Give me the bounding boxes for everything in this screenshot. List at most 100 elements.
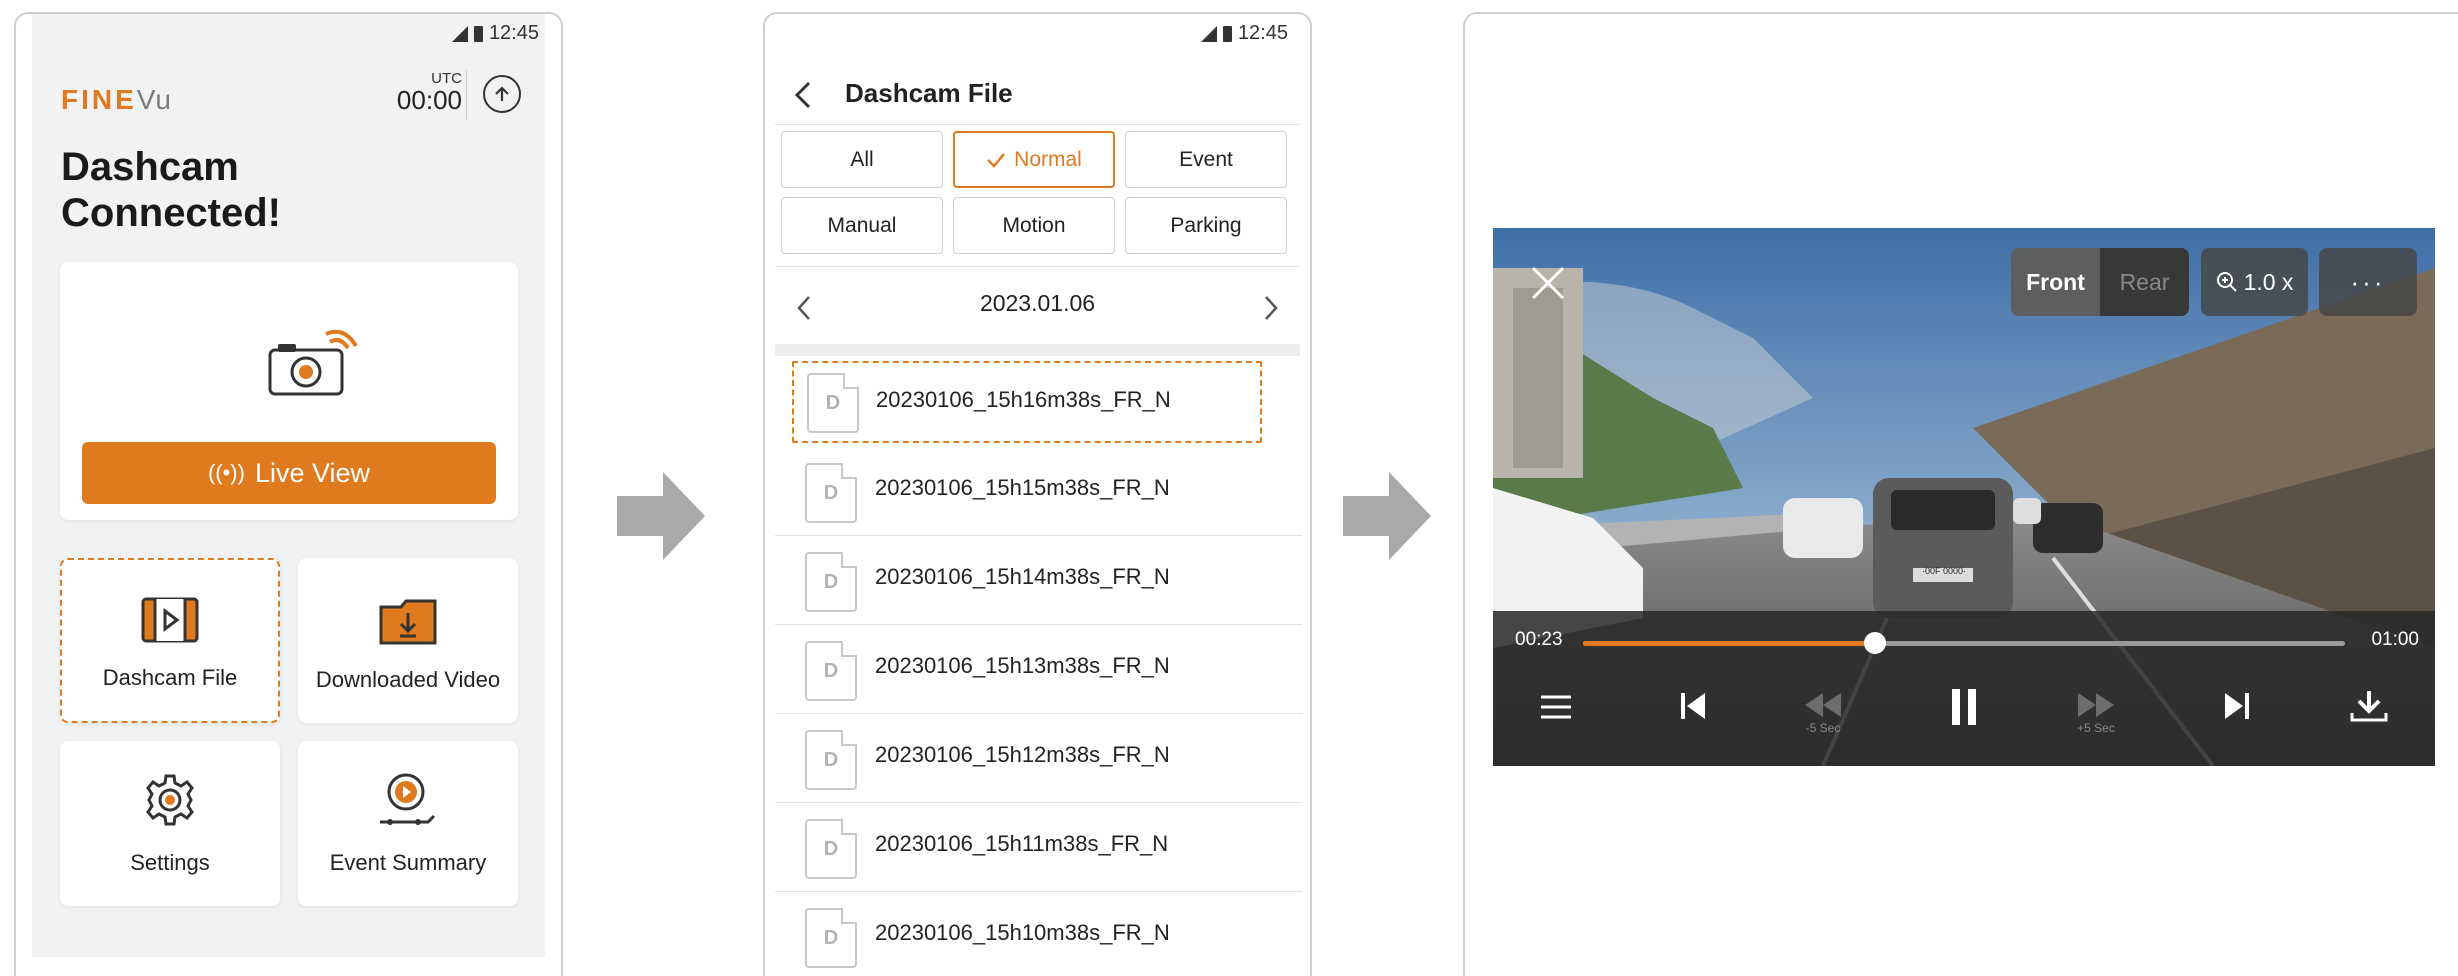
back-arrow-icon[interactable] — [793, 80, 813, 110]
more-icon: ··· — [2350, 266, 2386, 297]
total-duration: 01:00 — [2371, 629, 2419, 650]
check-icon — [987, 152, 1006, 168]
chevron-right-icon[interactable] — [1262, 294, 1280, 322]
battery-icon — [1222, 25, 1232, 42]
file-name: 20230106_15h14m38s_FR_N — [875, 564, 1170, 589]
file-row[interactable]: D 20230106_15h10m38s_FR_N — [775, 892, 1302, 976]
filter-motion[interactable]: Motion — [953, 197, 1115, 254]
tile-dashcam-file[interactable]: Dashcam File — [60, 558, 280, 723]
divider — [466, 70, 467, 120]
file-name: 20230106_15h10m38s_FR_N — [875, 920, 1170, 945]
zoom-button[interactable]: 1.0 x — [2201, 248, 2308, 316]
pause-button[interactable] — [1949, 687, 1979, 727]
download-icon — [2350, 691, 2388, 722]
broadcast-icon: ((•)) — [207, 460, 245, 485]
previous-file-button[interactable] — [1679, 691, 1707, 721]
elapsed-time: 00:23 — [1515, 629, 1563, 650]
home-screen: 12:45 FINEVu UTC 00:00 Dashcam Connected… — [14, 12, 563, 976]
status-bar: 12:45 — [451, 22, 539, 45]
brand-logo: FINEVu — [61, 84, 172, 115]
filter-event[interactable]: Event — [1125, 131, 1287, 188]
live-view-label: Live View — [254, 457, 371, 488]
firmware-upload-button[interactable] — [483, 75, 521, 113]
seek-handle[interactable] — [1863, 632, 1886, 654]
fast-forward-icon — [2078, 693, 2114, 717]
filter-all[interactable]: All — [781, 131, 943, 188]
dashcam-icon — [268, 329, 358, 405]
file-name: 20230106_15h11m38s_FR_N — [875, 831, 1169, 856]
video-file-icon: D — [805, 908, 857, 968]
skip-next-icon — [2225, 693, 2249, 719]
video-file-icon: D — [805, 819, 857, 879]
more-options-button[interactable]: ··· — [2319, 248, 2417, 316]
tile-label: Downloaded Video — [315, 667, 501, 692]
filter-parking[interactable]: Parking — [1125, 197, 1287, 254]
download-button[interactable] — [2349, 689, 2389, 723]
file-list-header: Dashcam File — [765, 64, 1310, 120]
tile-label: Event Summary — [329, 850, 487, 875]
signal-icon — [451, 25, 468, 42]
divider — [775, 124, 1300, 125]
section-separator — [775, 344, 1300, 356]
front-camera-button[interactable]: Front — [2011, 248, 2100, 316]
gear-icon — [146, 774, 194, 826]
forward-5-button[interactable]: +5 Sec — [2076, 691, 2116, 735]
zoom-in-icon — [2216, 272, 2237, 292]
page-title: Dashcam File — [845, 78, 1013, 108]
flow-arrow-2 — [1343, 472, 1431, 560]
file-list-screen: 12:45 Dashcam File All Normal Event Manu… — [763, 12, 1312, 976]
video-frame: ·00F 0000· Front Rear 1.0 x ··· 00:23 01… — [1493, 228, 2435, 766]
license-plate: ·00F 0000· — [1921, 566, 1967, 576]
tile-label: Dashcam File — [102, 665, 238, 690]
current-date: 2023.01.06 — [979, 290, 1096, 316]
status-time: 12:45 — [488, 22, 539, 44]
file-name: 20230106_15h13m38s_FR_N — [875, 653, 1170, 678]
video-file-icon: D — [805, 552, 857, 612]
signal-icon — [1200, 25, 1217, 42]
divider — [775, 266, 1300, 267]
tile-downloaded-video[interactable]: Downloaded Video — [298, 558, 518, 723]
filter-manual[interactable]: Manual — [781, 197, 943, 254]
flow-arrow-1 — [617, 472, 705, 560]
tile-event-summary[interactable]: Event Summary — [298, 741, 518, 906]
connection-headline: Dashcam Connected! — [61, 145, 281, 235]
film-icon — [141, 597, 199, 643]
pause-icon — [1952, 689, 1976, 725]
utc-clock: UTC 00:00 — [386, 70, 462, 113]
video-player-screen: ·00F 0000· Front Rear 1.0 x ··· 00:23 01… — [1463, 12, 2458, 976]
utc-time: 00:00 — [396, 85, 462, 115]
filter-normal[interactable]: Normal — [953, 131, 1115, 188]
camera-toggle: Front Rear — [2011, 248, 2189, 316]
battery-icon — [473, 25, 483, 42]
date-navigator: 2023.01.06 — [775, 276, 1300, 336]
video-file-icon: D — [805, 641, 857, 701]
file-name: 20230106_15h16m38s_FR_N — [876, 387, 1171, 412]
rewind-icon — [1805, 693, 1841, 717]
playlist-button[interactable] — [1539, 693, 1573, 721]
seek-progress — [1583, 641, 1875, 646]
file-row[interactable]: D 20230106_15h14m38s_FR_N — [775, 536, 1302, 625]
status-time: 12:45 — [1237, 22, 1288, 44]
file-row[interactable]: D 20230106_15h13m38s_FR_N — [775, 625, 1302, 714]
seek-bar[interactable] — [1583, 632, 2345, 654]
event-summary-icon — [380, 773, 436, 825]
close-icon[interactable] — [1529, 264, 1567, 302]
tile-label: Settings — [130, 850, 210, 875]
skip-previous-icon — [1681, 693, 1705, 719]
rewind-5-button[interactable]: -5 Sec — [1803, 691, 1843, 735]
video-file-icon: D — [807, 373, 859, 433]
file-row[interactable]: D 20230106_15h12m38s_FR_N — [775, 714, 1302, 803]
file-row[interactable]: D 20230106_15h11m38s_FR_N — [775, 803, 1302, 892]
live-view-button[interactable]: ((•)) Live View — [82, 442, 496, 504]
status-bar: 12:45 — [1200, 22, 1288, 45]
tile-settings[interactable]: Settings — [60, 741, 280, 906]
video-file-icon: D — [805, 463, 857, 523]
download-folder-icon — [379, 599, 437, 645]
next-file-button[interactable] — [2223, 691, 2251, 721]
menu-icon — [1541, 695, 1571, 719]
video-file-icon: D — [805, 730, 857, 790]
rear-camera-button[interactable]: Rear — [2100, 248, 2189, 316]
arrow-up-icon — [495, 86, 509, 101]
file-row[interactable]: D 20230106_15h15m38s_FR_N — [775, 447, 1302, 536]
file-row[interactable]: D 20230106_15h16m38s_FR_N — [792, 361, 1262, 443]
